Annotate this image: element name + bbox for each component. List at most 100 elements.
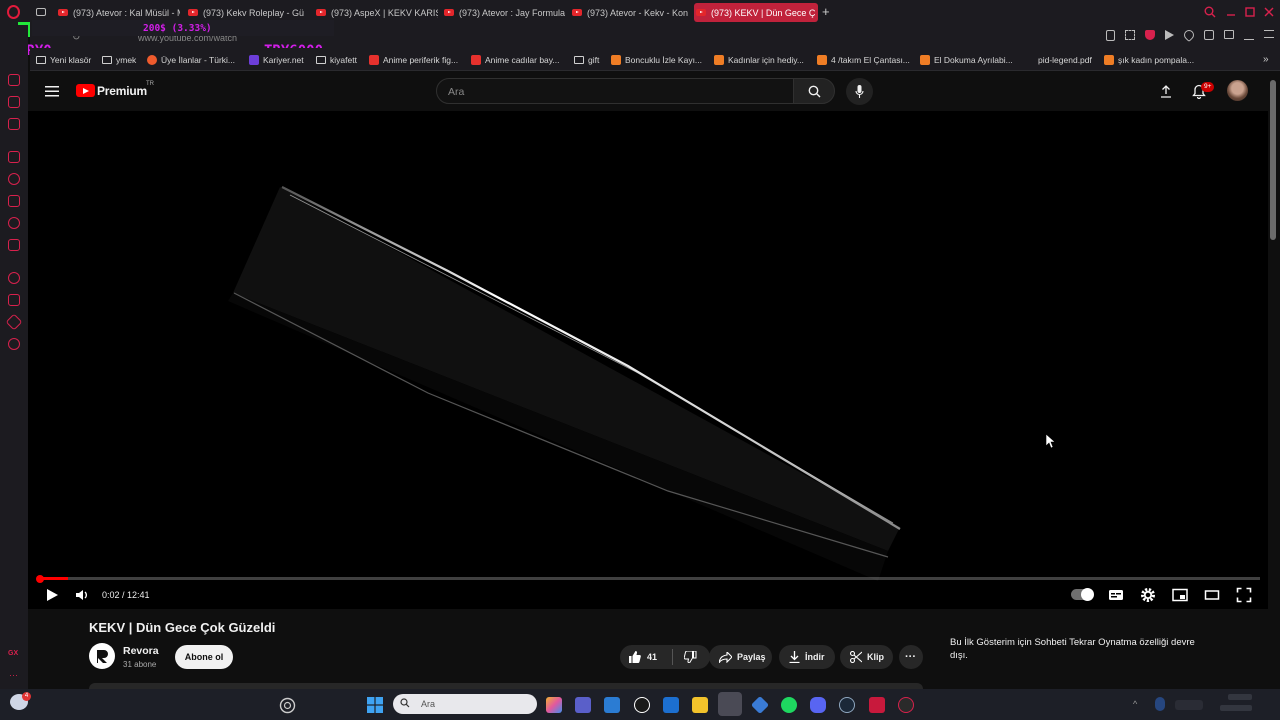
- search-input[interactable]: Ara: [436, 78, 794, 104]
- play-icon[interactable]: [1165, 30, 1174, 40]
- file-explorer-icon[interactable]: [692, 697, 708, 713]
- sidebar-twitch-icon[interactable]: [8, 195, 20, 207]
- snapshot-icon[interactable]: [1125, 30, 1135, 40]
- pdf-icon: [1024, 55, 1034, 65]
- sidebar-more-icon[interactable]: ···: [9, 670, 18, 680]
- outlook-icon[interactable]: [663, 697, 679, 713]
- opera-logo-icon[interactable]: [7, 5, 20, 19]
- chrome-icon[interactable]: [898, 697, 914, 713]
- sidebar-settings-icon[interactable]: [8, 338, 20, 350]
- bookmark-el-dokuma[interactable]: El Dokuma Ayrılabi...: [920, 53, 1013, 67]
- bookmark-boncuklu[interactable]: Boncuklu İzle Kayı...: [611, 53, 702, 67]
- puzzle-icon[interactable]: [1204, 30, 1214, 40]
- bookmark-anime-periferik[interactable]: Anime periferik fig...: [369, 53, 458, 67]
- microphone-icon: [855, 85, 864, 98]
- share-button[interactable]: Paylaş: [709, 645, 772, 669]
- close-icon[interactable]: [1262, 5, 1276, 19]
- sidebar-games-icon[interactable]: [8, 118, 20, 130]
- spotify-icon[interactable]: [781, 697, 797, 713]
- more-actions-button[interactable]: ···: [899, 645, 923, 669]
- sidebar-messenger-icon[interactable]: [8, 173, 20, 185]
- pin-icon[interactable]: [1106, 30, 1115, 41]
- sidebar-aria-icon[interactable]: [8, 74, 20, 86]
- heart-icon[interactable]: [1181, 27, 1197, 43]
- theater-mode-icon[interactable]: [1204, 587, 1220, 603]
- account-avatar[interactable]: [1227, 80, 1248, 101]
- autoplay-toggle[interactable]: [1071, 588, 1094, 601]
- youtube-favicon-icon: [58, 9, 68, 16]
- upload-icon[interactable]: [1160, 85, 1172, 98]
- shield-icon[interactable]: [1145, 30, 1155, 40]
- page-scrollbar[interactable]: [1270, 80, 1276, 240]
- subtitles-icon[interactable]: [1108, 587, 1124, 603]
- bookmark-kadinlar[interactable]: Kadınlar için hediy...: [714, 53, 804, 67]
- bookmark-sik-kadin[interactable]: şık kadın pompala...: [1104, 53, 1194, 67]
- search-icon: [808, 85, 821, 98]
- bookmark-pid-legend[interactable]: pid-legend.pdf: [1024, 53, 1092, 67]
- channel-name[interactable]: Revora: [123, 645, 159, 657]
- voice-search-button[interactable]: [846, 78, 873, 105]
- taskbar-search-input[interactable]: Ara: [393, 694, 537, 714]
- volume-icon[interactable]: [74, 587, 90, 603]
- sidebar-news-icon[interactable]: [8, 96, 20, 108]
- sidebar-gx-icon[interactable]: GX: [8, 650, 18, 657]
- settings-gear-icon[interactable]: [1140, 587, 1156, 603]
- copilot-app-icon[interactable]: [546, 697, 562, 713]
- xbox-icon[interactable]: [634, 697, 650, 713]
- bookmark-kiyafett[interactable]: kiyafett: [316, 53, 357, 67]
- shop-icon: [369, 55, 379, 65]
- tab-6-active[interactable]: (973) KEKV | Dün Gece Ç: [694, 3, 818, 22]
- sidebar-app-icon[interactable]: [8, 151, 20, 163]
- bookmark-takim-canta[interactable]: 4 /takım El Çantası...: [817, 53, 910, 67]
- progress-bar[interactable]: [40, 577, 1260, 580]
- sidebar-history-icon[interactable]: [8, 272, 20, 284]
- bookmark-kariyer[interactable]: Kariyer.net: [249, 53, 304, 67]
- tray-overflow-icon[interactable]: ^: [1133, 699, 1137, 709]
- ms-store-icon[interactable]: [604, 697, 620, 713]
- tray-network-volume-icon[interactable]: [1175, 700, 1203, 710]
- search-tabs-icon[interactable]: [1203, 5, 1217, 19]
- like-button[interactable]: 41: [628, 651, 657, 663]
- miniplayer-icon[interactable]: [1172, 587, 1188, 603]
- menu-icon[interactable]: [1264, 30, 1274, 38]
- channel-avatar[interactable]: [89, 643, 115, 669]
- play-button-icon[interactable]: [44, 587, 60, 603]
- tab-4[interactable]: (973) Atevor : Jay Formula: [442, 3, 566, 22]
- new-tab-button[interactable]: +: [822, 4, 830, 19]
- tab-menu-icon[interactable]: [36, 8, 46, 16]
- sidebar-bookmarks-icon[interactable]: [8, 294, 20, 306]
- tab-5[interactable]: (973) Atevor - Kekv - Kon: [570, 3, 694, 22]
- progress-scrubber[interactable]: [36, 575, 44, 583]
- windows-start-icon[interactable]: [367, 697, 383, 713]
- tray-app-icon[interactable]: [1155, 697, 1165, 711]
- fullscreen-icon[interactable]: [1236, 587, 1252, 603]
- thumbs-down-icon[interactable]: [684, 651, 697, 663]
- sidebar-instagram-icon[interactable]: [8, 239, 20, 251]
- bookmark-ymek[interactable]: ymek: [102, 53, 136, 67]
- clock-time[interactable]: [1228, 694, 1252, 700]
- clip-button[interactable]: Klip: [840, 645, 893, 669]
- subscribe-button[interactable]: Abone ol: [175, 645, 233, 669]
- steam-icon[interactable]: [839, 697, 855, 713]
- download-icon[interactable]: [1244, 30, 1254, 40]
- video-player[interactable]: [28, 111, 1268, 609]
- wallet-icon[interactable]: [1224, 30, 1234, 39]
- discord-icon[interactable]: [810, 697, 826, 713]
- minimize-icon[interactable]: [1224, 5, 1238, 19]
- teams-icon[interactable]: [575, 697, 591, 713]
- active-app-icon[interactable]: [718, 692, 742, 716]
- bookmark-gift[interactable]: gift: [574, 53, 599, 67]
- search-button[interactable]: [793, 78, 835, 104]
- maximize-icon[interactable]: [1243, 5, 1257, 19]
- opera-gx-icon[interactable]: [869, 697, 885, 713]
- scissors-icon: [850, 651, 862, 663]
- bookmark-uye-ilanlar[interactable]: Üye İlanlar - Türki...: [147, 53, 235, 67]
- bookmarks-overflow-icon[interactable]: »: [1263, 54, 1269, 65]
- hamburger-menu-icon[interactable]: [45, 85, 59, 97]
- copilot-icon[interactable]: [279, 697, 296, 714]
- bookmark-anime-cadilar[interactable]: Anime cadılar bay...: [471, 53, 560, 67]
- bookmark-yeni-klasor[interactable]: Yeni klasör: [36, 53, 91, 67]
- sidebar-whatsapp-icon[interactable]: [8, 217, 20, 229]
- download-button[interactable]: İndir: [779, 645, 835, 669]
- youtube-logo-icon[interactable]: [76, 84, 95, 97]
